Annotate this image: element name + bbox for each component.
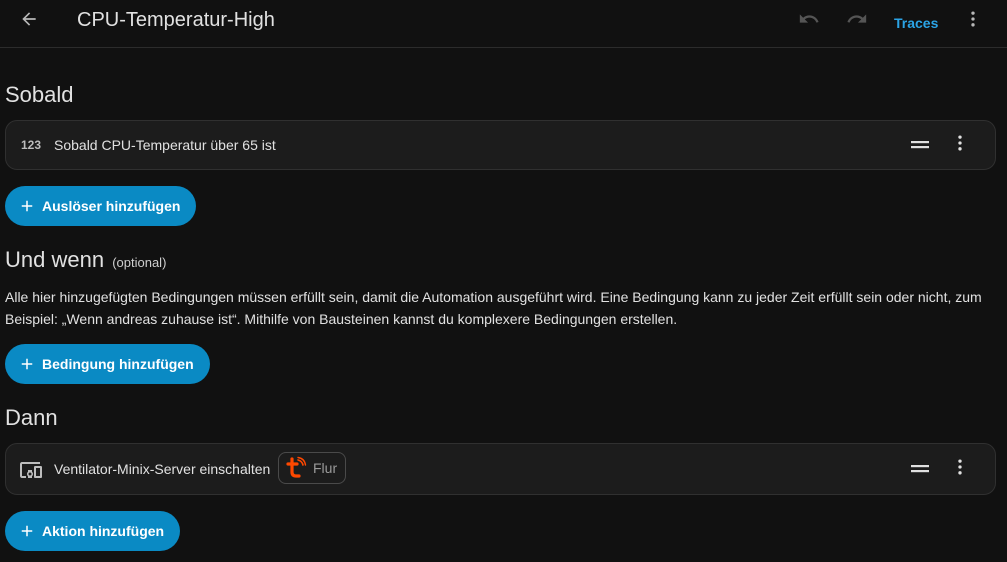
more-vert-icon xyxy=(963,9,983,34)
numeric-icon-text: 123 xyxy=(20,138,42,152)
optional-note: (optional) xyxy=(112,255,167,270)
back-arrow-icon xyxy=(19,9,39,34)
add-condition-button[interactable]: Bedingung hinzufügen xyxy=(5,344,210,384)
top-app-bar: CPU-Temperatur-High Traces xyxy=(0,0,1007,48)
undo-icon xyxy=(798,8,820,35)
add-action-button[interactable]: Aktion hinzufügen xyxy=(5,511,181,551)
add-trigger-label: Auslöser hinzufügen xyxy=(42,198,181,214)
add-condition-label: Bedingung hinzufügen xyxy=(42,356,194,372)
drag-handle-icon[interactable] xyxy=(905,130,935,160)
add-action-label: Aktion hinzufügen xyxy=(42,523,165,539)
tuya-logo-icon xyxy=(283,456,307,480)
trigger-label: Sobald CPU-Temperatur über 65 ist xyxy=(54,137,276,153)
undo-button[interactable] xyxy=(789,1,829,41)
area-chip-label: Flur xyxy=(313,460,338,476)
plus-icon xyxy=(17,354,37,374)
triggers-heading: Sobald xyxy=(5,82,74,107)
conditions-heading-text: Und wenn xyxy=(5,247,105,272)
more-vert-icon xyxy=(950,457,970,482)
redo-icon xyxy=(846,8,868,35)
action-label: Ventilator-Minix-Server einschalten xyxy=(54,461,271,477)
numeric-icon: 123 xyxy=(19,133,43,157)
plus-icon xyxy=(17,521,37,541)
action-menu-button[interactable] xyxy=(945,454,975,484)
add-trigger-button[interactable]: Auslöser hinzufügen xyxy=(5,186,197,226)
area-chip[interactable]: Flur xyxy=(278,452,347,484)
plus-icon xyxy=(17,196,37,216)
action-card[interactable]: Ventilator-Minix-Server einschalten xyxy=(5,443,996,495)
redo-button[interactable] xyxy=(837,1,877,41)
page-title: CPU-Temperatur-High xyxy=(77,9,275,31)
drag-handle-icon[interactable] xyxy=(905,454,935,484)
conditions-description: Alle hier hinzugefügten Bedingungen müss… xyxy=(5,289,982,327)
actions-heading: Dann xyxy=(5,405,58,430)
back-button[interactable] xyxy=(9,1,49,41)
trigger-menu-button[interactable] xyxy=(945,130,975,160)
devices-icon xyxy=(19,458,43,482)
conditions-heading: Und wenn (optional) xyxy=(5,247,166,273)
overflow-menu-button[interactable] xyxy=(953,1,993,41)
more-vert-icon xyxy=(950,133,970,158)
traces-link[interactable]: Traces xyxy=(884,12,948,34)
trigger-card[interactable]: 123 Sobald CPU-Temperatur über 65 ist xyxy=(5,120,996,170)
